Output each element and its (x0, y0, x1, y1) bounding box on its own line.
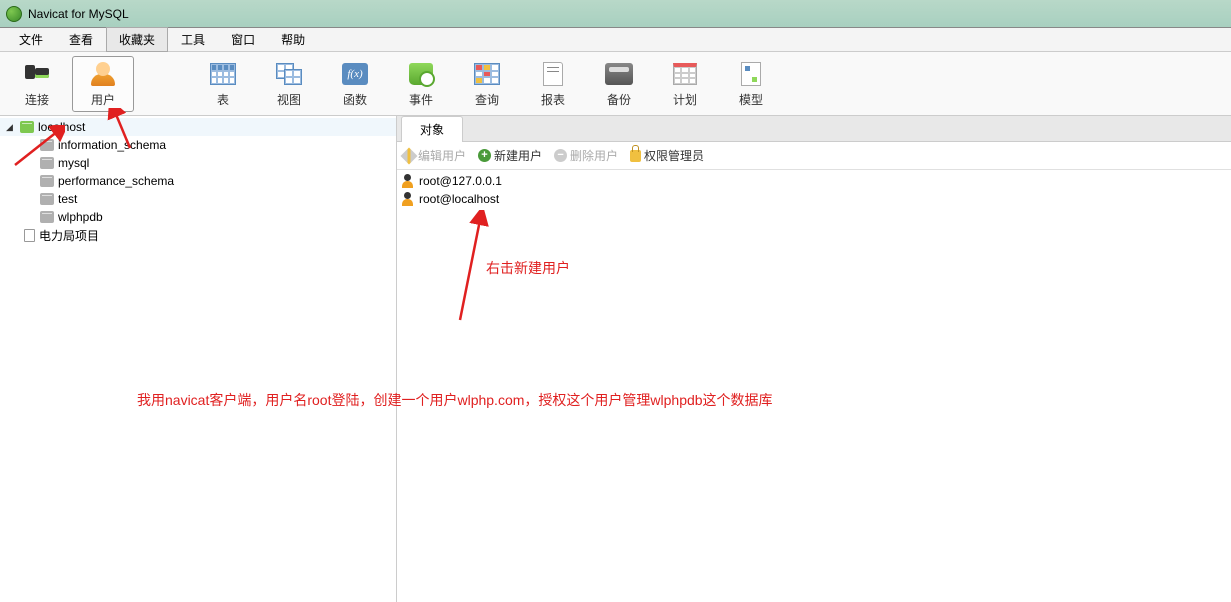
edit-user-button[interactable]: 编辑用户 (403, 147, 466, 164)
tree-db-item[interactable]: test (0, 190, 396, 208)
menu-tools[interactable]: 工具 (168, 27, 218, 52)
query-label: 查询 (475, 91, 499, 108)
tree-db-item[interactable]: mysql (0, 154, 396, 172)
database-icon (40, 211, 54, 223)
tree-db-item[interactable]: performance_schema (0, 172, 396, 190)
tree-root-localhost[interactable]: ◢ localhost (0, 118, 396, 136)
connection-tree[interactable]: ◢ localhost information_schema mysql per… (0, 116, 397, 602)
tree-db-label: test (58, 192, 77, 206)
function-button[interactable]: f(x) 函数 (324, 56, 386, 112)
user-icon (91, 62, 115, 86)
user-list-item[interactable]: root@localhost (401, 190, 1227, 208)
tree-root-label: localhost (38, 120, 85, 134)
main-area: ◢ localhost information_schema mysql per… (0, 116, 1231, 602)
plus-icon: + (478, 149, 491, 162)
schedule-label: 计划 (673, 91, 697, 108)
query-button[interactable]: 查询 (456, 56, 518, 112)
edit-user-label: 编辑用户 (418, 147, 466, 164)
tree-folder-label: 电力局项目 (39, 227, 99, 244)
document-icon (24, 229, 35, 242)
user-label: 用户 (91, 91, 115, 108)
tree-db-label: information_schema (58, 138, 166, 152)
user-name: root@127.0.0.1 (419, 174, 502, 188)
tab-bar: 对象 (397, 116, 1231, 142)
new-user-button[interactable]: +新建用户 (478, 147, 542, 164)
table-button[interactable]: 表 (192, 56, 254, 112)
tree-folder-item[interactable]: 电力局项目 (0, 226, 396, 244)
menu-help[interactable]: 帮助 (268, 27, 318, 52)
pencil-icon (401, 147, 418, 164)
delete-user-label: 删除用户 (570, 147, 618, 164)
report-button[interactable]: 报表 (522, 56, 584, 112)
calendar-icon (673, 63, 697, 85)
table-label: 表 (217, 91, 229, 108)
menu-view[interactable]: 查看 (56, 27, 106, 52)
database-icon (40, 193, 54, 205)
tab-objects[interactable]: 对象 (401, 116, 463, 142)
main-toolbar: 连接 用户 表 视图 f(x) 函数 事件 查询 报表 备份 计划 模型 (0, 52, 1231, 116)
backup-button[interactable]: 备份 (588, 56, 650, 112)
new-user-label: 新建用户 (494, 147, 542, 164)
model-icon (741, 62, 761, 86)
model-button[interactable]: 模型 (720, 56, 782, 112)
report-icon (543, 62, 563, 86)
view-button[interactable]: 视图 (258, 56, 320, 112)
event-button[interactable]: 事件 (390, 56, 452, 112)
minus-icon: − (554, 149, 567, 162)
expand-arrow-icon[interactable]: ◢ (6, 122, 16, 133)
person-icon (401, 174, 415, 188)
lock-icon (630, 150, 641, 162)
backup-label: 备份 (607, 91, 631, 108)
privilege-label: 权限管理员 (644, 147, 704, 164)
app-icon (6, 6, 22, 22)
privilege-button[interactable]: 权限管理员 (630, 147, 704, 164)
database-icon (40, 139, 54, 151)
person-icon (401, 192, 415, 206)
schedule-button[interactable]: 计划 (654, 56, 716, 112)
view-icon (276, 63, 302, 85)
backup-icon (605, 63, 633, 85)
user-toolbar: 编辑用户 +新建用户 −删除用户 权限管理员 (397, 142, 1231, 170)
query-icon (474, 63, 500, 85)
function-label: 函数 (343, 91, 367, 108)
connect-label: 连接 (25, 91, 49, 108)
titlebar: Navicat for MySQL (0, 0, 1231, 28)
view-label: 视图 (277, 91, 301, 108)
plug-icon (23, 62, 51, 86)
event-label: 事件 (409, 91, 433, 108)
delete-user-button[interactable]: −删除用户 (554, 147, 618, 164)
report-label: 报表 (541, 91, 565, 108)
app-title: Navicat for MySQL (28, 7, 129, 21)
model-label: 模型 (739, 91, 763, 108)
connect-button[interactable]: 连接 (6, 56, 68, 112)
tree-db-label: performance_schema (58, 174, 174, 188)
event-icon (409, 63, 433, 85)
menu-favorites[interactable]: 收藏夹 (106, 27, 168, 52)
table-icon (210, 63, 236, 85)
user-list-item[interactable]: root@127.0.0.1 (401, 172, 1227, 190)
user-list[interactable]: root@127.0.0.1 root@localhost (397, 170, 1231, 210)
tree-db-label: mysql (58, 156, 89, 170)
user-button[interactable]: 用户 (72, 56, 134, 112)
database-icon (40, 157, 54, 169)
tree-db-item[interactable]: information_schema (0, 136, 396, 154)
tree-db-item[interactable]: wlphpdb (0, 208, 396, 226)
user-name: root@localhost (419, 192, 499, 206)
menu-file[interactable]: 文件 (6, 27, 56, 52)
menubar: 文件 查看 收藏夹 工具 窗口 帮助 (0, 28, 1231, 52)
function-icon: f(x) (342, 63, 368, 85)
tree-db-label: wlphpdb (58, 210, 103, 224)
server-icon (20, 121, 34, 133)
database-icon (40, 175, 54, 187)
content-pane: 对象 编辑用户 +新建用户 −删除用户 权限管理员 root@127.0.0.1… (397, 116, 1231, 602)
menu-window[interactable]: 窗口 (218, 27, 268, 52)
